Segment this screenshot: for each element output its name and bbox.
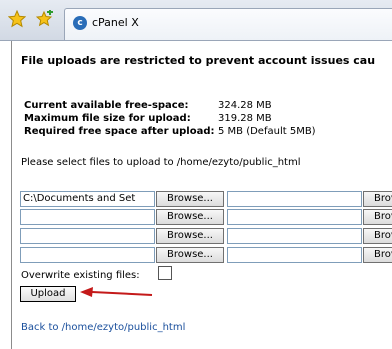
browse-button[interactable]: Browse...	[156, 247, 224, 263]
select-files-text: Please select files to upload to /home/e…	[21, 157, 301, 168]
page-content: File uploads are restricted to prevent a…	[0, 41, 392, 349]
info-row: Current available free-space: 324.28 MB	[24, 99, 316, 112]
star-icon[interactable]	[8, 10, 26, 28]
browse-button[interactable]: Brov	[363, 247, 392, 263]
overwrite-checkbox[interactable]	[158, 266, 172, 280]
file-path-input[interactable]	[227, 209, 362, 225]
annotation-arrow-icon	[78, 286, 154, 305]
tab-title: cPanel X	[92, 16, 139, 29]
file-path-input[interactable]: C:\Documents and Set	[20, 191, 155, 207]
file-path-input[interactable]	[20, 209, 155, 225]
info-row: Required free space after upload: 5 MB (D…	[24, 125, 316, 138]
file-row: Browse... Brov	[20, 228, 392, 244]
upload-button[interactable]: Upload	[20, 286, 76, 302]
file-path-input[interactable]	[20, 228, 155, 244]
file-path-input[interactable]	[227, 191, 362, 207]
info-label: Maximum file size for upload:	[24, 113, 191, 124]
file-path-input[interactable]	[227, 247, 362, 263]
file-row: C:\Documents and Set Browse... Brov	[20, 191, 392, 207]
info-value: 324.28 MB	[218, 100, 272, 111]
browse-button[interactable]: Brov	[363, 209, 392, 225]
file-path-input[interactable]	[227, 228, 362, 244]
file-path-input[interactable]	[20, 247, 155, 263]
browse-button[interactable]: Browse...	[156, 228, 224, 244]
info-label: Current available free-space:	[24, 100, 189, 111]
space-info: Current available free-space: 324.28 MB M…	[24, 99, 316, 138]
cpanel-logo-icon: c	[73, 16, 87, 30]
file-row: Browse... Brov	[20, 209, 392, 225]
left-divider	[11, 41, 12, 349]
browser-tab-bar: c cPanel X	[0, 0, 392, 41]
overwrite-label: Overwrite existing files:	[21, 270, 140, 281]
info-value: 319.28 MB	[218, 113, 272, 124]
page-heading: File uploads are restricted to prevent a…	[21, 54, 376, 67]
back-link[interactable]: Back to /home/ezyto/public_html	[21, 322, 185, 333]
browse-button[interactable]: Brov	[363, 191, 392, 207]
browser-tab[interactable]: c cPanel X	[64, 8, 392, 40]
browse-button[interactable]: Brov	[363, 228, 392, 244]
browse-button[interactable]: Browse...	[156, 209, 224, 225]
add-bookmark-icon[interactable]	[36, 10, 54, 28]
info-value: 5 MB (Default 5MB)	[218, 126, 316, 137]
info-label: Required free space after upload:	[24, 126, 215, 137]
browse-button[interactable]: Browse...	[156, 191, 224, 207]
file-row: Browse... Brov	[20, 247, 392, 263]
info-row: Maximum file size for upload: 319.28 MB	[24, 112, 316, 125]
